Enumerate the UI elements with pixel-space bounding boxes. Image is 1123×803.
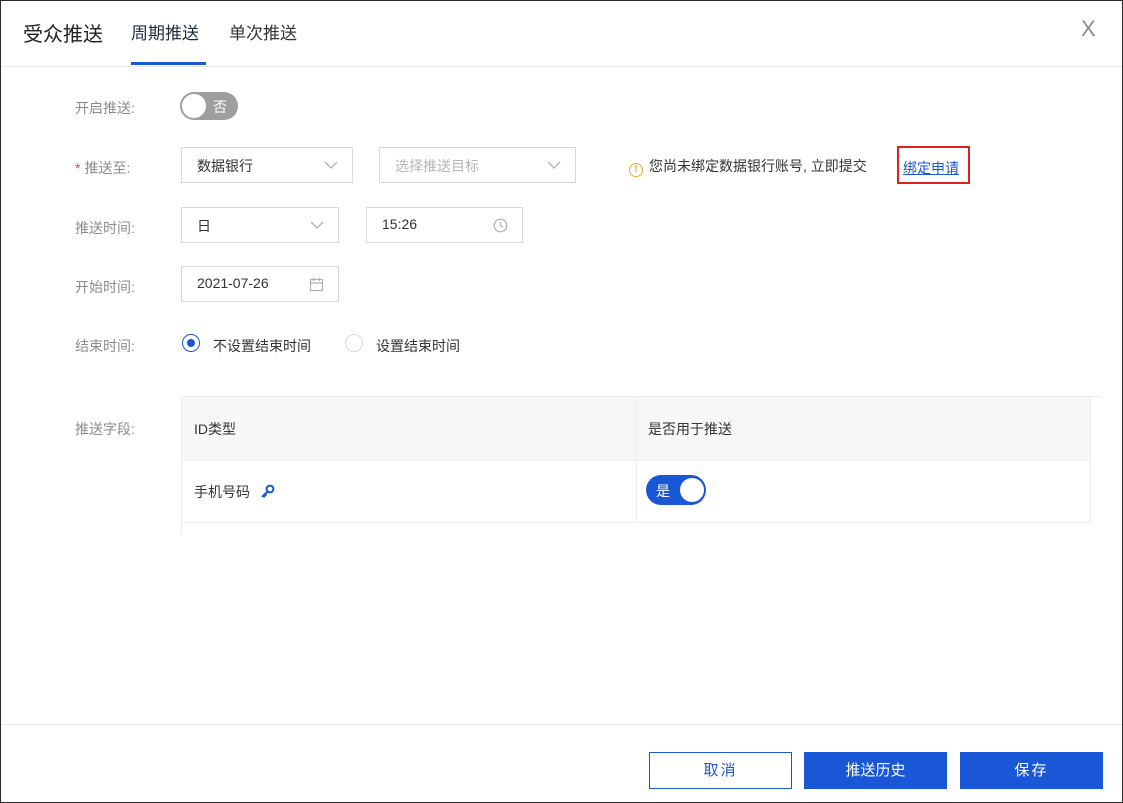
radio-no-end-time[interactable]	[182, 334, 200, 352]
footer-divider	[1, 724, 1122, 725]
set-end-time-label[interactable]: 设置结束时间	[376, 336, 460, 356]
push-period-value: 日	[197, 218, 211, 234]
clock-icon	[493, 218, 508, 233]
push-source-select[interactable]: 数据银行	[181, 147, 353, 183]
enable-push-label: 开启推送:	[75, 100, 135, 116]
use-for-push-toggle[interactable]: 是	[646, 475, 706, 505]
push-time-label: 推送时间:	[75, 220, 135, 236]
radio-set-end-time[interactable]	[345, 334, 363, 352]
save-button[interactable]: 保存	[960, 752, 1103, 789]
active-tab-indicator	[131, 62, 206, 65]
chevron-down-icon	[324, 161, 338, 169]
table-row: 手机号码	[181, 460, 1091, 523]
enable-push-toggle[interactable]: 否	[180, 92, 238, 120]
push-history-button[interactable]: 推送历史	[804, 752, 947, 789]
id-type-cell: 手机号码	[194, 482, 275, 502]
table-top-border	[181, 396, 1101, 397]
toggle-text: 否	[213, 99, 227, 115]
push-fields-label: 推送字段:	[75, 421, 135, 437]
toggle-text: 是	[656, 483, 670, 499]
tab-single-push[interactable]: 单次推送	[229, 19, 297, 44]
start-date-value: 2021-07-26	[197, 275, 269, 291]
toggle-knob	[182, 94, 206, 118]
push-to-label: * 推送至:	[75, 158, 130, 178]
chevron-down-icon	[547, 161, 561, 169]
push-source-value: 数据银行	[197, 158, 253, 174]
dialog-title: 受众推送	[23, 24, 103, 46]
toggle-knob	[680, 478, 704, 502]
dialog-header: 受众推送 周期推送 单次推送 X	[1, 1, 1122, 67]
push-target-select[interactable]: 选择推送目标	[379, 147, 576, 183]
chevron-down-icon	[310, 221, 324, 229]
push-time-input[interactable]: 15:26	[366, 207, 523, 243]
push-target-placeholder: 选择推送目标	[395, 158, 479, 174]
push-time-value: 15:26	[382, 216, 418, 232]
close-icon[interactable]: X	[1081, 16, 1096, 42]
calendar-icon	[309, 278, 324, 292]
bind-application-link[interactable]: 绑定申请	[903, 158, 959, 178]
key-icon	[261, 484, 275, 498]
push-to-label-text: 推送至:	[84, 160, 131, 176]
no-end-time-label[interactable]: 不设置结束时间	[213, 336, 311, 356]
start-date-input[interactable]: 2021-07-26	[181, 266, 339, 302]
bind-warning: ! 您尚未绑定数据银行账号, 立即提交	[629, 156, 867, 177]
tab-periodic-push[interactable]: 周期推送	[131, 19, 199, 44]
warning-icon: !	[629, 163, 643, 177]
bind-application-highlight: 绑定申请	[897, 146, 970, 184]
column-header-use-for-push: 是否用于推送	[648, 421, 732, 437]
id-type-value: 手机号码	[194, 484, 250, 500]
end-time-label: 结束时间:	[75, 338, 135, 354]
required-mark: *	[75, 160, 81, 176]
push-period-select[interactable]: 日	[181, 207, 339, 243]
start-time-label: 开始时间:	[75, 279, 135, 295]
push-dialog: 受众推送 周期推送 单次推送 X 开启推送: 否 * 推送至: 数据银行 选择推送…	[0, 0, 1123, 803]
bind-warning-text: 您尚未绑定数据银行账号, 立即提交	[649, 158, 867, 174]
column-header-id-type: ID类型	[194, 421, 236, 437]
cancel-button[interactable]: 取消	[649, 752, 792, 789]
